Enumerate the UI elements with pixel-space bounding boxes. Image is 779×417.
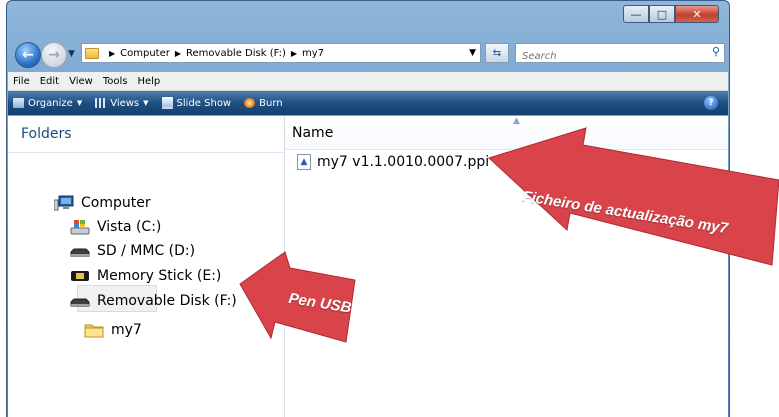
annotation-overlay (239, 127, 779, 343)
